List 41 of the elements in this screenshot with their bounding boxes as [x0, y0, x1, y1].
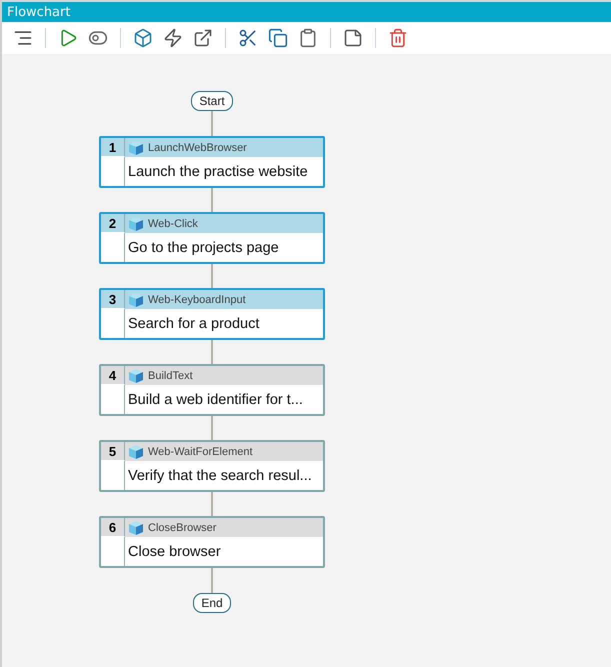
connector-line	[211, 264, 213, 288]
action-name: LaunchWebBrowser	[148, 142, 247, 154]
end-node[interactable]: End	[193, 593, 231, 613]
action-name: BuildText	[148, 370, 193, 382]
action-name: Web-Click	[148, 218, 198, 230]
cube-icon	[128, 444, 144, 460]
cube-icon	[128, 368, 144, 384]
start-node[interactable]: Start	[191, 91, 233, 111]
connector-line	[211, 492, 213, 516]
step-number: 2	[101, 214, 125, 233]
action-name: Web-WaitForElement	[148, 446, 253, 458]
step-node[interactable]: 4 BuildText Build a web identifier for t...	[99, 364, 325, 416]
action-name: CloseBrowser	[148, 522, 216, 534]
cube-icon	[128, 520, 144, 536]
connector-line	[211, 111, 213, 136]
step-node[interactable]: 5 Web-WaitForElement Verify that the search resul...	[99, 440, 325, 492]
step-node[interactable]: 6 CloseBrowser Close browser	[99, 516, 325, 568]
action-name: Web-KeyboardInput	[148, 294, 246, 306]
step-node[interactable]: 3 Web-KeyboardInput Search for a product	[99, 288, 325, 340]
copy-button[interactable]	[266, 26, 290, 50]
step-description: Go to the projects page	[127, 238, 280, 258]
step-description: Launch the practise website	[127, 162, 309, 182]
connector-line	[211, 568, 213, 593]
step-description: Build a web identifier for t...	[127, 390, 304, 410]
step-node[interactable]: 2 Web-Click Go to the projects page	[99, 212, 325, 264]
cube-icon	[128, 292, 144, 308]
step-node[interactable]: 1 LaunchWebBrowser Launch the practise website	[99, 136, 325, 188]
connector-line	[211, 340, 213, 364]
step-description: Verify that the search resul...	[127, 466, 313, 486]
window-title: Flowchart	[7, 4, 70, 20]
step-number: 3	[101, 290, 125, 309]
connector-line	[211, 188, 213, 212]
step-number: 4	[101, 366, 125, 385]
cube-icon	[128, 140, 144, 156]
step-description: Close browser	[127, 542, 222, 562]
step-number: 6	[101, 518, 125, 537]
step-number: 1	[101, 138, 125, 157]
step-description: Search for a product	[127, 314, 260, 334]
connector-line	[211, 416, 213, 440]
cube-icon	[128, 216, 144, 232]
step-number: 5	[101, 442, 125, 461]
